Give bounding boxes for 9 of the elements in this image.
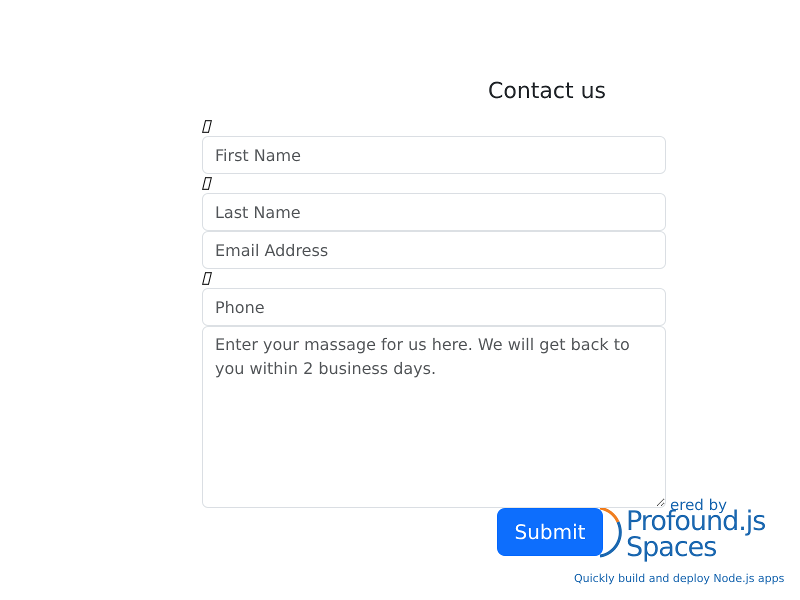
text-field[interactable]: Last Name [202,193,666,231]
form-title: Contact us [488,78,606,106]
text-field[interactable]: Email Address [202,231,666,269]
tagline: Quickly build and deploy Node.js apps [574,572,784,585]
message-field[interactable]: Enter your massage for us here. We will get back to you within 2 business days. [202,326,666,508]
text-field[interactable]: Phone [202,288,666,326]
text-field[interactable]: First Name [202,136,666,174]
submit-button[interactable]: Submit [497,508,603,556]
product-name: Spaces [626,532,716,563]
